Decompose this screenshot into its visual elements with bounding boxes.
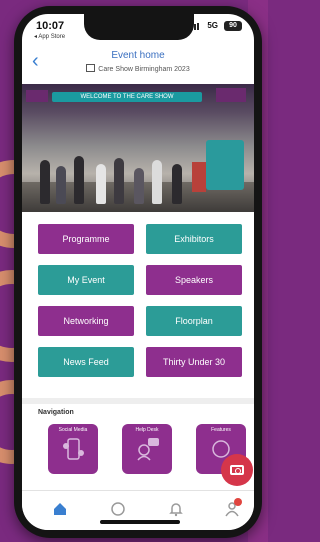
exhibitors-button[interactable]: Exhibitors bbox=[146, 224, 242, 254]
features-label: Features bbox=[211, 427, 231, 433]
hero-person bbox=[40, 160, 50, 204]
event-name: Care Show Birmingham 2023 bbox=[98, 66, 190, 73]
headset-chat-icon bbox=[137, 438, 159, 461]
news-feed-button[interactable]: News Feed bbox=[38, 347, 134, 377]
status-time: 10:07 bbox=[36, 20, 65, 32]
programme-button[interactable]: Programme bbox=[38, 224, 134, 254]
back-to-app-link[interactable]: ◂ App Store bbox=[34, 33, 65, 40]
camera-fab-button[interactable] bbox=[221, 454, 253, 486]
hero-person bbox=[134, 168, 144, 204]
help-desk-tile[interactable]: Help Desk bbox=[122, 424, 172, 474]
phone-social-icon bbox=[63, 438, 84, 460]
page-title: Event home bbox=[111, 50, 165, 61]
hero-person bbox=[96, 164, 106, 204]
floorplan-button[interactable]: Floorplan bbox=[146, 306, 242, 336]
my-event-button[interactable]: My Event bbox=[38, 265, 134, 295]
app-header: ‹ Event home Care Show Birmingham 2023 bbox=[22, 42, 254, 86]
social-media-tile[interactable]: Social Media bbox=[48, 424, 98, 474]
network-label: 5G bbox=[207, 21, 218, 30]
hero-person bbox=[152, 160, 162, 204]
app-screen: 10:07 ◂ App Store 5G 90 ‹ Event home Car… bbox=[22, 14, 254, 530]
hero-banner-right bbox=[216, 88, 246, 102]
camera-icon bbox=[230, 465, 244, 475]
hero-person bbox=[114, 158, 124, 204]
notification-badge bbox=[234, 498, 242, 506]
hero-banner-left bbox=[26, 90, 48, 102]
hero-person bbox=[172, 164, 182, 204]
networking-button[interactable]: Networking bbox=[38, 306, 134, 336]
speakers-button[interactable]: Speakers bbox=[146, 265, 242, 295]
home-icon[interactable] bbox=[52, 501, 68, 517]
help-desk-label: Help Desk bbox=[135, 427, 159, 433]
event-subtitle: Care Show Birmingham 2023 bbox=[22, 64, 254, 73]
social-media-label: Social Media bbox=[58, 427, 88, 433]
hero-person bbox=[74, 156, 84, 204]
battery-icon: 90 bbox=[224, 21, 242, 31]
hero-banner: WELCOME TO THE CARE SHOW bbox=[52, 92, 202, 102]
hero-person bbox=[56, 166, 66, 204]
thirty-under-30-button[interactable]: Thirty Under 30 bbox=[146, 347, 242, 377]
hero-red-stand bbox=[192, 162, 206, 192]
hero-stand bbox=[206, 140, 244, 190]
phone-notch bbox=[84, 14, 194, 40]
bottom-tab-bar bbox=[22, 490, 254, 530]
calendar-icon bbox=[86, 64, 96, 72]
hero-image: WELCOME TO THE CARE SHOW bbox=[22, 84, 254, 212]
section-divider bbox=[22, 398, 254, 404]
bell-icon[interactable] bbox=[168, 501, 184, 517]
navigation-title: Navigation bbox=[38, 409, 74, 416]
chat-icon[interactable] bbox=[110, 501, 126, 517]
home-indicator bbox=[100, 520, 180, 524]
